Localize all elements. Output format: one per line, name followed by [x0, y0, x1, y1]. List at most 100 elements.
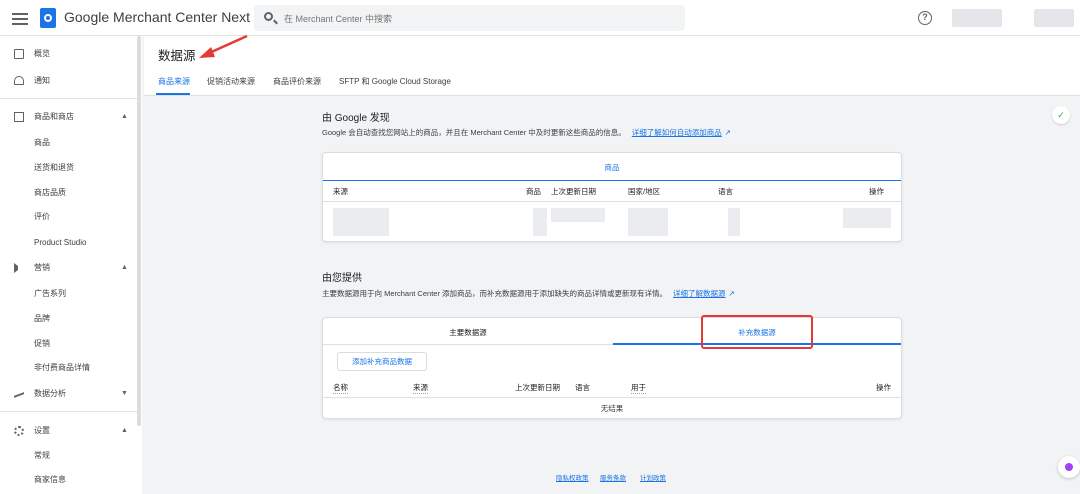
table-row[interactable] — [333, 208, 389, 236]
sidebar-item-label: 商品和商店 — [34, 112, 74, 121]
footer-terms-link[interactable]: 服务条款 — [600, 472, 626, 482]
gear-icon — [14, 426, 24, 436]
sidebar-item-label: 评价 — [34, 212, 50, 221]
google-products-card: 商品 来源 商品 上次更新日期 国家/地区 语言 操作 — [322, 152, 902, 242]
provided-section-desc-text: 主要数据源用于向 Merchant Center 添加商品，而补充数据源用于添加… — [322, 289, 668, 298]
search-icon — [264, 12, 273, 21]
data-sources-learn-more-link[interactable]: 详细了解数据源 — [673, 289, 726, 298]
empty-state-text: 无结果 — [600, 404, 624, 413]
footer-policies-link[interactable]: 计划政策 — [640, 472, 666, 482]
column-country: 国家/地区 — [628, 187, 661, 196]
megaphone-icon — [14, 263, 18, 273]
auto-add-learn-more-link[interactable]: 详细了解如何自动添加商品 — [632, 128, 722, 137]
sidebar-item-label: 营销 — [34, 263, 50, 272]
sidebar-scrollbar[interactable] — [137, 36, 141, 426]
sidebar-item-store-quality[interactable]: 商店品质 — [0, 183, 137, 203]
page-header: 数据源 商品来源 促销活动来源 商品评价来源 SFTP 和 Google Clo… — [144, 34, 1080, 96]
column-products: 商品 — [526, 187, 541, 196]
sidebar-item-promotions[interactable]: 促销 — [0, 334, 137, 354]
colorful-dot-icon — [1065, 463, 1073, 471]
sidebar-item-label: Product Studio — [34, 238, 87, 247]
avatar[interactable] — [1034, 9, 1074, 27]
annotation-arrow — [199, 34, 248, 58]
external-link-icon: ↗ — [728, 289, 735, 298]
blurred-cell — [533, 208, 547, 236]
sidebar-item-overview[interactable]: 概览 — [0, 44, 137, 64]
search-bar[interactable] — [254, 5, 685, 31]
sidebar-item-free-listings[interactable]: 非付费商品详情 — [0, 358, 137, 378]
merchant-center-logo[interactable] — [40, 8, 56, 28]
sidebar-item-products[interactable]: 商品 — [0, 133, 137, 153]
sidebar-item-label: 商店品质 — [34, 188, 66, 197]
sidebar-item-label: 商家信息 — [34, 475, 66, 484]
sidebar-item-marketing[interactable]: 营销 ▲ — [0, 258, 137, 278]
sidebar-item-campaigns[interactable]: 广告系列 — [0, 284, 137, 304]
google-section-title: 由 Google 发现 — [322, 113, 390, 124]
tab-product-sources[interactable]: 商品来源 — [158, 76, 190, 87]
dashboard-icon — [14, 49, 24, 59]
sidebar-item-label: 概览 — [34, 49, 50, 58]
highlight-box — [701, 315, 813, 349]
add-supplemental-data-button[interactable]: 添加补充商品数据 — [337, 352, 427, 371]
assistant-icon[interactable]: ✓ — [1052, 106, 1070, 124]
sidebar-item-products-and-store[interactable]: 商品和商店 ▲ — [0, 107, 137, 127]
chevron-up-icon: ▲ — [121, 113, 128, 120]
google-section-desc: Google 会自动查找您网站上的商品，并且在 Merchant Center … — [322, 127, 731, 138]
trending-icon — [14, 387, 24, 398]
sidebar-item-label: 常规 — [34, 451, 50, 460]
sidebar-item-label: 数据分析 — [34, 389, 66, 398]
sidebar-item-settings[interactable]: 设置 ▲ — [0, 421, 137, 441]
sidebar-item-label: 广告系列 — [34, 289, 66, 298]
bell-icon — [14, 76, 24, 85]
footer-privacy-link[interactable]: 隐私权政策 — [556, 472, 589, 482]
sidebar-item-label: 商品 — [34, 138, 50, 147]
sidebar-item-shipping-returns[interactable]: 送货和退货 — [0, 158, 137, 178]
search-input[interactable] — [282, 9, 676, 29]
sidebar-item-label: 送货和退货 — [34, 163, 74, 172]
blurred-cell — [551, 208, 605, 222]
sidebar-item-label: 非付费商品详情 — [34, 363, 90, 372]
sidebar: 概览 通知 商品和商店 ▲ 商品 送货和退货 商店品质 评价 Product S… — [0, 36, 142, 494]
tab-primary-sources[interactable]: 主要数据源 — [323, 327, 613, 338]
google-section-desc-text: Google 会自动查找您网站上的商品，并且在 Merchant Center … — [322, 128, 626, 137]
provided-sources-card: 主要数据源 补充数据源 添加补充商品数据 名称 来源 上次更新日期 语言 用于 … — [322, 315, 902, 419]
table-header-divider — [323, 201, 901, 202]
column-name: 名称 — [333, 383, 348, 394]
provided-section-title: 由您提供 — [322, 273, 362, 284]
tab-review-sources[interactable]: 商品评价来源 — [273, 76, 321, 87]
provided-section-desc: 主要数据源用于向 Merchant Center 添加商品，而补充数据源用于添加… — [322, 288, 735, 299]
app-title: Google Merchant Center Next — [64, 9, 250, 25]
sidebar-item-general[interactable]: 常规 — [0, 446, 137, 466]
menu-icon[interactable] — [12, 10, 28, 26]
tab-sftp-gcs[interactable]: SFTP 和 Google Cloud Storage — [339, 76, 451, 87]
chevron-up-icon: ▲ — [121, 427, 128, 434]
card-header-underline — [323, 180, 901, 181]
page-title: 数据源 — [158, 49, 196, 63]
sidebar-item-reviews[interactable]: 评价 — [0, 207, 137, 227]
sidebar-item-business-info[interactable]: 商家信息 — [0, 470, 137, 490]
account-switcher[interactable] — [952, 9, 1002, 27]
sidebar-item-label: 促销 — [34, 339, 50, 348]
card-header-products: 商品 — [604, 163, 620, 172]
tab-promotion-sources[interactable]: 促销活动来源 — [207, 76, 255, 87]
sidebar-divider — [0, 411, 137, 412]
sidebar-item-product-studio[interactable]: Product Studio — [0, 233, 137, 253]
column-used-for: 用于 — [631, 383, 646, 394]
column-actions: 操作 — [869, 187, 884, 196]
tabs-divider — [323, 344, 613, 345]
column-language: 语言 — [718, 187, 733, 196]
chat-bubble-icon[interactable] — [1058, 456, 1080, 478]
column-language: 语言 — [575, 383, 590, 392]
help-icon[interactable]: ? — [918, 11, 932, 25]
column-source: 来源 — [413, 383, 428, 394]
external-link-icon: ↗ — [724, 128, 732, 137]
top-app-bar: Google Merchant Center Next ? — [0, 0, 1080, 36]
blurred-cell — [628, 208, 668, 236]
column-last-updated: 上次更新日期 — [551, 187, 596, 196]
active-tab-indicator — [156, 93, 190, 95]
sidebar-item-brands[interactable]: 品牌 — [0, 309, 137, 329]
sidebar-item-notifications[interactable]: 通知 — [0, 71, 137, 91]
sidebar-item-label: 品牌 — [34, 314, 50, 323]
sidebar-item-analytics[interactable]: 数据分析 ▼ — [0, 384, 137, 404]
store-icon — [14, 112, 24, 122]
